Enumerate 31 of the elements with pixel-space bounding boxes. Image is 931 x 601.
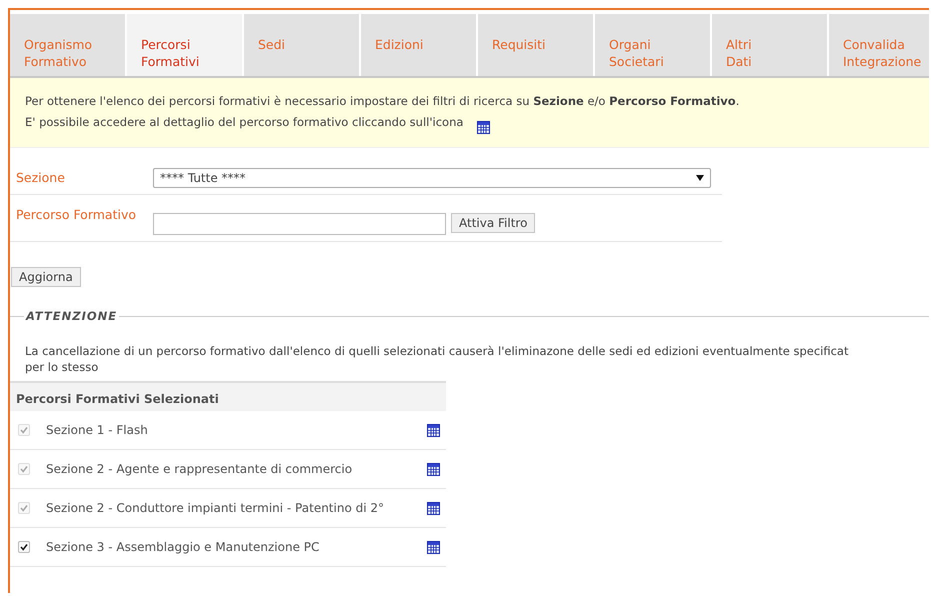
info-text: Per ottenere l'elenco dei percorsi formativi è necessario impostare dei filtri di ricerca su Sezione e/o Percorso Formativo. (25, 94, 740, 108)
tab[interactable]: Sedi (244, 14, 359, 76)
table-icon[interactable] (427, 424, 440, 436)
course-label: Sezione 1 - Flash (46, 423, 149, 437)
input-field[interactable] (153, 213, 446, 235)
course-label: Sezione 2 - Agente e rappresentante di commercio (46, 462, 354, 476)
table-icon[interactable] (427, 502, 440, 514)
tab[interactable]: Edizioni (361, 14, 476, 76)
field-label: Sezione (16, 169, 66, 185)
caret-icon (696, 175, 704, 181)
list-header: Percorsi Formativi Selezionati (10, 383, 446, 411)
section-dropdown[interactable]: **** Tutte **** (153, 168, 711, 188)
tab[interactable]: Requisiti (478, 14, 593, 76)
filter-button[interactable]: Attiva Filtro (451, 213, 536, 233)
tab[interactable]: Organi Societari (595, 14, 710, 76)
course-label: Sezione 3 - Assemblaggio e Manutenzione PC (46, 540, 320, 554)
tab[interactable]: Organismo Formativo (10, 14, 125, 76)
warning-text: per lo stesso (25, 359, 100, 375)
field-label: Percorso Formativo (16, 206, 138, 222)
table-icon[interactable] (427, 462, 440, 476)
tab[interactable]: Altri Dati (712, 14, 827, 76)
checkbox[interactable] (18, 541, 30, 553)
table-icon (477, 121, 490, 134)
tab[interactable]: Percorsi Formativi (127, 14, 242, 76)
tab[interactable]: Convalida Integrazione (829, 14, 929, 76)
info-text: E' possibile accedere al dettaglio del percorso formativo cliccando sull'icona (25, 115, 464, 129)
warning-text: La cancellazione di un percorso formativo dall'elenco di quelli selezionati causerà l'eliminazone delle sedi ed edizioni eventualmente specificat (25, 343, 850, 359)
legend: ATTENZIONE (26, 309, 118, 323)
refresh-button[interactable]: Aggiorna (11, 267, 81, 287)
course-label: Sezione 2 - Conduttore impianti termini - Patentino di 2° (46, 501, 386, 515)
table-icon[interactable] (427, 540, 440, 554)
